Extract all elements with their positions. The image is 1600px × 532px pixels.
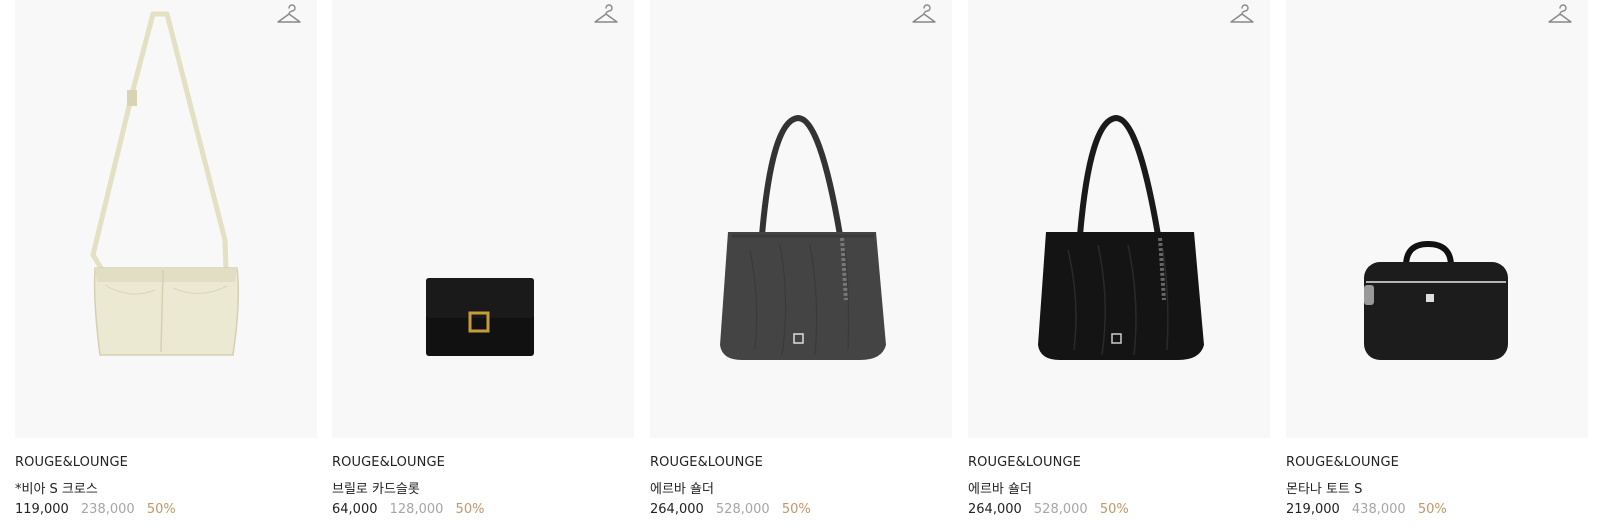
sale-price: 264,000 (650, 502, 704, 517)
product-card[interactable]: ROUGE&LOUNGE 에르바 숄더 264,000 528,000 50% (650, 0, 952, 532)
product-image[interactable] (650, 0, 952, 438)
discount-rate: 50% (1417, 502, 1447, 517)
original-price: 438,000 (1351, 502, 1406, 517)
sale-price: 119,000 (15, 502, 69, 517)
product-prices: 264,000 528,000 50% (968, 502, 1129, 517)
product-brand: ROUGE&LOUNGE (15, 455, 128, 470)
product-image[interactable] (968, 0, 1270, 438)
discount-rate: 50% (455, 502, 485, 517)
original-price: 128,000 (389, 502, 444, 517)
original-price: 528,000 (715, 502, 770, 517)
discount-rate: 50% (1099, 502, 1129, 517)
crossbody-bag-image (90, 11, 240, 357)
product-grid: ROUGE&LOUNGE *비아 S 크로스 119,000 238,000 5… (0, 0, 1600, 532)
product-prices: 264,000 528,000 50% (650, 502, 811, 517)
product-name[interactable]: 에르바 숄더 (968, 478, 1032, 497)
hanger-icon[interactable] (275, 2, 303, 26)
hanger-icon[interactable] (910, 2, 938, 26)
product-prices: 64,000 128,000 50% (332, 502, 484, 517)
product-card[interactable]: ROUGE&LOUNGE *비아 S 크로스 119,000 238,000 5… (15, 0, 317, 532)
product-brand: ROUGE&LOUNGE (332, 455, 445, 470)
product-brand: ROUGE&LOUNGE (968, 455, 1081, 470)
card-wallet-image (426, 278, 534, 356)
original-price: 528,000 (1033, 502, 1088, 517)
product-name[interactable]: 몬타나 토트 S (1286, 478, 1362, 497)
hanger-icon[interactable] (1228, 2, 1256, 26)
product-name[interactable]: 브릴로 카드슬롯 (332, 478, 420, 497)
product-name[interactable]: *비아 S 크로스 (15, 478, 98, 497)
product-brand: ROUGE&LOUNGE (650, 455, 763, 470)
product-card[interactable]: ROUGE&LOUNGE 브릴로 카드슬롯 64,000 128,000 50% (332, 0, 634, 532)
vanity-tote-image (1364, 240, 1508, 360)
product-brand: ROUGE&LOUNGE (1286, 455, 1399, 470)
original-price: 238,000 (80, 502, 135, 517)
product-image[interactable] (1286, 0, 1588, 438)
sale-price: 64,000 (332, 502, 378, 517)
shoulder-bag-image (1038, 114, 1204, 360)
product-image[interactable] (15, 0, 317, 438)
sale-price: 264,000 (968, 502, 1022, 517)
sale-price: 219,000 (1286, 502, 1340, 517)
shoulder-bag-image (720, 114, 886, 360)
product-name[interactable]: 에르바 숄더 (650, 478, 714, 497)
product-prices: 219,000 438,000 50% (1286, 502, 1447, 517)
product-card[interactable]: ROUGE&LOUNGE 에르바 숄더 264,000 528,000 50% (968, 0, 1270, 532)
product-prices: 119,000 238,000 50% (15, 502, 176, 517)
product-card[interactable]: ROUGE&LOUNGE 몬타나 토트 S 219,000 438,000 50… (1286, 0, 1588, 532)
product-image[interactable] (332, 0, 634, 438)
discount-rate: 50% (781, 502, 811, 517)
hanger-icon[interactable] (1546, 2, 1574, 26)
hanger-icon[interactable] (592, 2, 620, 26)
discount-rate: 50% (146, 502, 176, 517)
